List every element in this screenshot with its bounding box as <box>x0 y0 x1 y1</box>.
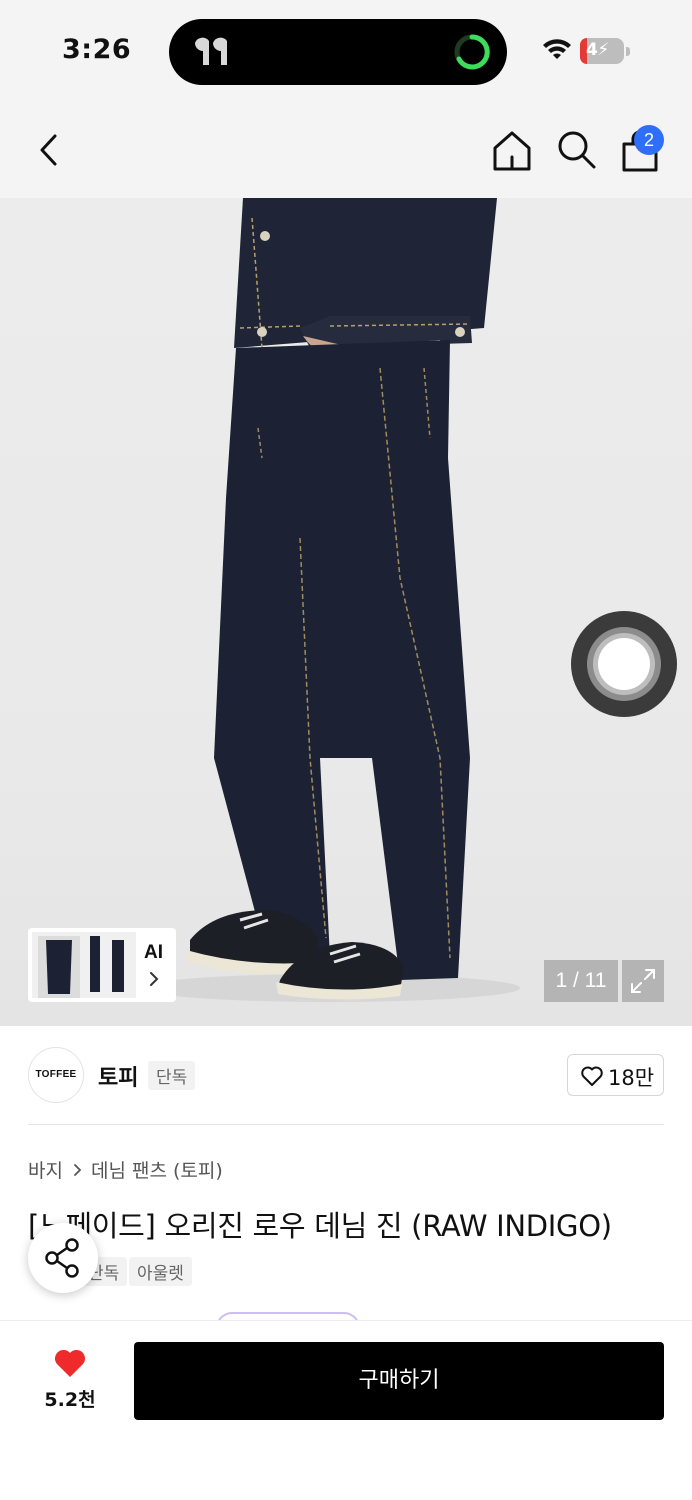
heart-filled-icon[interactable] <box>52 1346 88 1380</box>
brand-logo[interactable]: TOFFEE <box>28 1047 84 1103</box>
product-photo <box>140 198 520 1002</box>
activity-ring-icon <box>454 34 490 70</box>
chevron-right-icon <box>150 972 159 986</box>
status-bar: 3:26 4⚡ <box>0 0 692 100</box>
heart-outline-icon <box>581 1066 603 1086</box>
assistive-touch-button[interactable] <box>571 611 677 717</box>
product-image[interactable]: AI 1 / 11 <box>0 198 692 1026</box>
ai-thumbnail-card[interactable]: AI <box>28 928 176 1002</box>
buy-button[interactable]: 구매하기 <box>134 1342 664 1420</box>
breadcrumb-item[interactable]: 데님 팬츠 (토피) <box>91 1160 223 1182</box>
dynamic-island <box>169 19 507 85</box>
battery-level: 4 <box>586 40 598 60</box>
chevron-right-icon <box>74 1163 82 1176</box>
search-icon[interactable] <box>555 128 599 172</box>
chevron-left-icon[interactable] <box>28 128 72 172</box>
image-page-counter: 1 / 11 <box>544 960 618 1002</box>
home-icon[interactable] <box>490 128 534 174</box>
breadcrumb: 바지 데님 팬츠 (토피) <box>28 1156 223 1182</box>
product-tag: 아울렛 <box>129 1257 192 1286</box>
share-button[interactable] <box>28 1223 98 1293</box>
breadcrumb-item[interactable]: 바지 <box>28 1160 63 1182</box>
brand-like-count: 18만 <box>608 1066 655 1090</box>
divider <box>28 1124 664 1125</box>
wifi-icon <box>543 39 571 59</box>
brand-exclusive-tag: 단독 <box>148 1061 196 1090</box>
status-time: 3:26 <box>62 34 132 65</box>
expand-icon[interactable] <box>622 960 664 1002</box>
brand-like-button[interactable]: 18만 <box>567 1054 664 1096</box>
bottom-action-bar: 5.2천 구매하기 <box>0 1320 692 1500</box>
brand-name[interactable]: 토피 <box>98 1060 138 1092</box>
ai-label: AI <box>144 942 163 963</box>
airpods-icon <box>195 37 227 65</box>
app-header <box>0 100 692 198</box>
thumbnail-image <box>32 932 136 998</box>
battery-charging-icon: 4⚡ <box>580 38 630 64</box>
cart-badge[interactable]: 2 <box>634 125 664 155</box>
favorite-count: 5.2천 <box>44 1389 96 1411</box>
product-title: [노페이드] 오리진 로우 데님 진 (RAW INDIGO) <box>28 1209 612 1243</box>
share-icon <box>45 1238 79 1278</box>
